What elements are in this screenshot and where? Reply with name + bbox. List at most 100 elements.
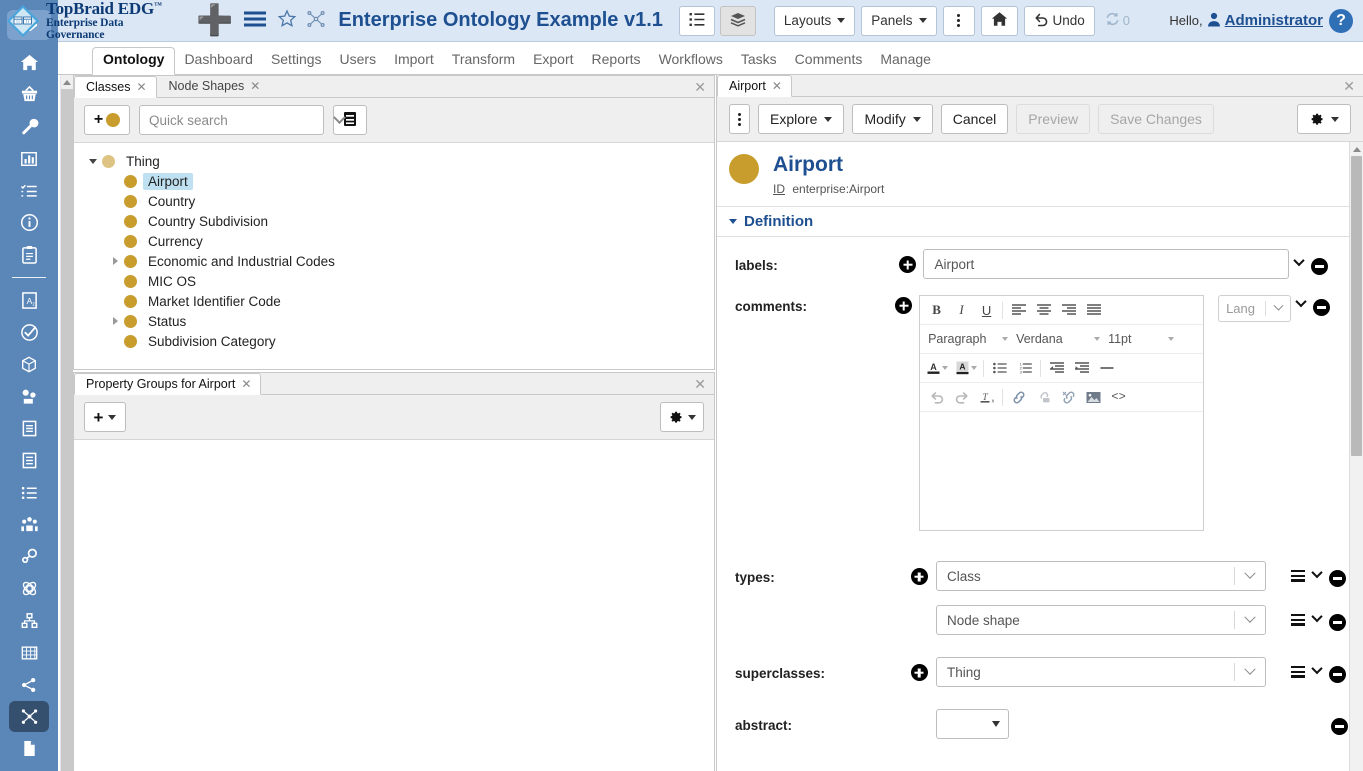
types-node-shape-menu-icon[interactable] <box>1291 614 1305 626</box>
types-class-dropdown-chevron[interactable] <box>1235 572 1265 580</box>
brand-logo[interactable]: TopBraid EDG™ Enterprise Data Governance <box>2 0 182 41</box>
definition-section-header[interactable]: Definition <box>717 206 1363 237</box>
add-comment-value-icon[interactable] <box>895 297 912 314</box>
bullet-list-button[interactable] <box>987 357 1012 379</box>
types-select-class[interactable]: Class <box>936 561 1266 591</box>
add-class-button[interactable]: + <box>84 105 130 135</box>
tree-item-market-identifier-code[interactable]: Market Identifier Code <box>84 291 714 311</box>
superclasses-dropdown-chevron[interactable] <box>1235 668 1265 676</box>
rail-item-dataset[interactable] <box>9 413 49 444</box>
workspace-vertical-scrollbar[interactable] <box>60 75 73 771</box>
remove-comment-icon[interactable] <box>1313 299 1330 316</box>
rail-item-check-badge[interactable] <box>9 317 49 348</box>
labels-options-chevron-icon[interactable] <box>1294 255 1305 266</box>
nav-tab-transform[interactable]: Transform <box>443 47 524 74</box>
clear-formatting-button[interactable]: Tx <box>974 386 999 408</box>
form-scroll-thumb[interactable] <box>1351 156 1362 456</box>
numbered-list-button[interactable]: 123 <box>1012 357 1037 379</box>
remove-type-node-shape-icon[interactable] <box>1329 614 1346 631</box>
nav-tab-dashboard[interactable]: Dashboard <box>175 47 262 74</box>
rail-item-ordered-list[interactable] <box>9 477 49 508</box>
remove-label-icon[interactable] <box>1311 258 1328 275</box>
rail-item-glossary[interactable]: Az <box>9 285 49 316</box>
text-color-button[interactable]: A <box>924 357 942 379</box>
tree-item-label[interactable]: Currency <box>143 233 208 250</box>
nav-tab-reports[interactable]: Reports <box>583 47 650 74</box>
form-vertical-scrollbar[interactable] <box>1349 142 1363 771</box>
tree-item-thing[interactable]: Thing <box>84 151 714 171</box>
nav-tab-tasks[interactable]: Tasks <box>732 47 786 74</box>
remove-link-button[interactable] <box>1056 386 1081 408</box>
star-outline-icon[interactable] <box>277 9 297 32</box>
rail-item-home[interactable] <box>9 47 49 78</box>
types-class-options-chevron-icon[interactable] <box>1311 567 1322 578</box>
nav-tab-workflows[interactable]: Workflows <box>650 47 732 74</box>
tree-item-economic-and-industrial-codes[interactable]: Economic and Industrial Codes <box>84 251 714 271</box>
rail-item-data-assets[interactable] <box>9 381 49 412</box>
bold-button[interactable]: B <box>924 299 949 321</box>
tree-item-label[interactable]: Country Subdivision <box>143 213 273 230</box>
list-view-button[interactable] <box>679 6 715 36</box>
tree-item-label[interactable]: Airport <box>143 173 193 190</box>
font-family-select[interactable]: Verdana <box>1012 328 1104 350</box>
rail-item-hierarchy[interactable] <box>9 605 49 636</box>
superclasses-select-thing[interactable]: Thing <box>936 657 1266 687</box>
horizontal-rule-button[interactable] <box>1094 357 1119 379</box>
add-label-value-icon[interactable] <box>899 256 916 273</box>
types-node-shape-dropdown-chevron[interactable] <box>1235 616 1265 624</box>
tab-node-shapes-close-icon[interactable]: ✕ <box>250 79 260 93</box>
form-scroll-up-arrow[interactable] <box>1350 142 1363 156</box>
redo-button[interactable] <box>949 386 974 408</box>
graph-nodes-icon[interactable] <box>306 9 326 32</box>
expander-status[interactable] <box>106 311 124 331</box>
add-type-value-icon[interactable] <box>911 568 928 585</box>
tree-item-currency[interactable]: Currency <box>84 231 714 251</box>
insert-image-button[interactable] <box>1081 386 1106 408</box>
indent-button[interactable] <box>1069 357 1094 379</box>
highlight-color-button[interactable]: A <box>953 357 971 379</box>
modify-dropdown-button[interactable]: Modify <box>852 104 932 134</box>
align-left-button[interactable] <box>1006 299 1031 321</box>
form-settings-button[interactable] <box>1297 104 1351 134</box>
classes-panel-close-icon[interactable]: ✕ <box>694 79 706 96</box>
rail-item-file[interactable] <box>9 733 49 764</box>
remove-superclass-icon[interactable] <box>1329 666 1346 683</box>
comments-language-select[interactable]: Lang <box>1218 295 1291 322</box>
underline-button[interactable]: U <box>974 299 999 321</box>
tree-item-label[interactable]: Country <box>143 193 200 210</box>
expander-economic-and-industrial-codes[interactable] <box>106 251 124 271</box>
form-panel-close-icon[interactable]: ✕ <box>1343 78 1355 95</box>
layouts-dropdown[interactable]: Layouts <box>774 6 855 36</box>
labels-input[interactable] <box>923 249 1289 279</box>
insert-link-button[interactable] <box>1006 386 1031 408</box>
cancel-button[interactable]: Cancel <box>941 104 1009 134</box>
tab-classes-close-icon[interactable]: ✕ <box>136 80 146 94</box>
tab-node-shapes[interactable]: Node Shapes ✕ <box>157 75 271 97</box>
nav-tab-export[interactable]: Export <box>524 47 582 74</box>
tab-classes[interactable]: Classes ✕ <box>74 76 157 98</box>
property-groups-panel-close-icon[interactable]: ✕ <box>694 376 706 393</box>
align-right-button[interactable] <box>1056 299 1081 321</box>
text-color-chevron-icon[interactable] <box>942 366 948 370</box>
nav-tab-comments[interactable]: Comments <box>786 47 872 74</box>
explore-dropdown-button[interactable]: Explore <box>758 104 844 134</box>
layers-button[interactable] <box>720 6 756 36</box>
undo-button[interactable]: Undo <box>1024 6 1095 36</box>
add-superclass-value-icon[interactable] <box>911 664 928 681</box>
block-format-select[interactable]: Paragraph <box>924 328 1012 350</box>
lang-dropdown-chevron[interactable] <box>1266 305 1290 312</box>
panels-dropdown[interactable]: Panels <box>861 6 936 36</box>
sync-status[interactable]: 0 <box>1105 12 1130 29</box>
tab-airport-close-icon[interactable]: ✕ <box>772 79 782 93</box>
quick-search-input[interactable] <box>140 113 335 128</box>
types-select-node-shape[interactable]: Node shape <box>936 605 1266 635</box>
comments-options-chevron-icon[interactable] <box>1295 296 1306 307</box>
rail-item-checklist[interactable] <box>9 175 49 206</box>
types-class-menu-icon[interactable] <box>1291 570 1305 582</box>
tree-item-mic-os[interactable]: MIC OS <box>84 271 714 291</box>
rail-item-wrench[interactable] <box>9 111 49 142</box>
tree-item-label[interactable]: Status <box>143 313 191 330</box>
home-button[interactable] <box>981 6 1018 36</box>
tree-item-country[interactable]: Country <box>84 191 714 211</box>
nav-tab-manage[interactable]: Manage <box>871 47 940 74</box>
